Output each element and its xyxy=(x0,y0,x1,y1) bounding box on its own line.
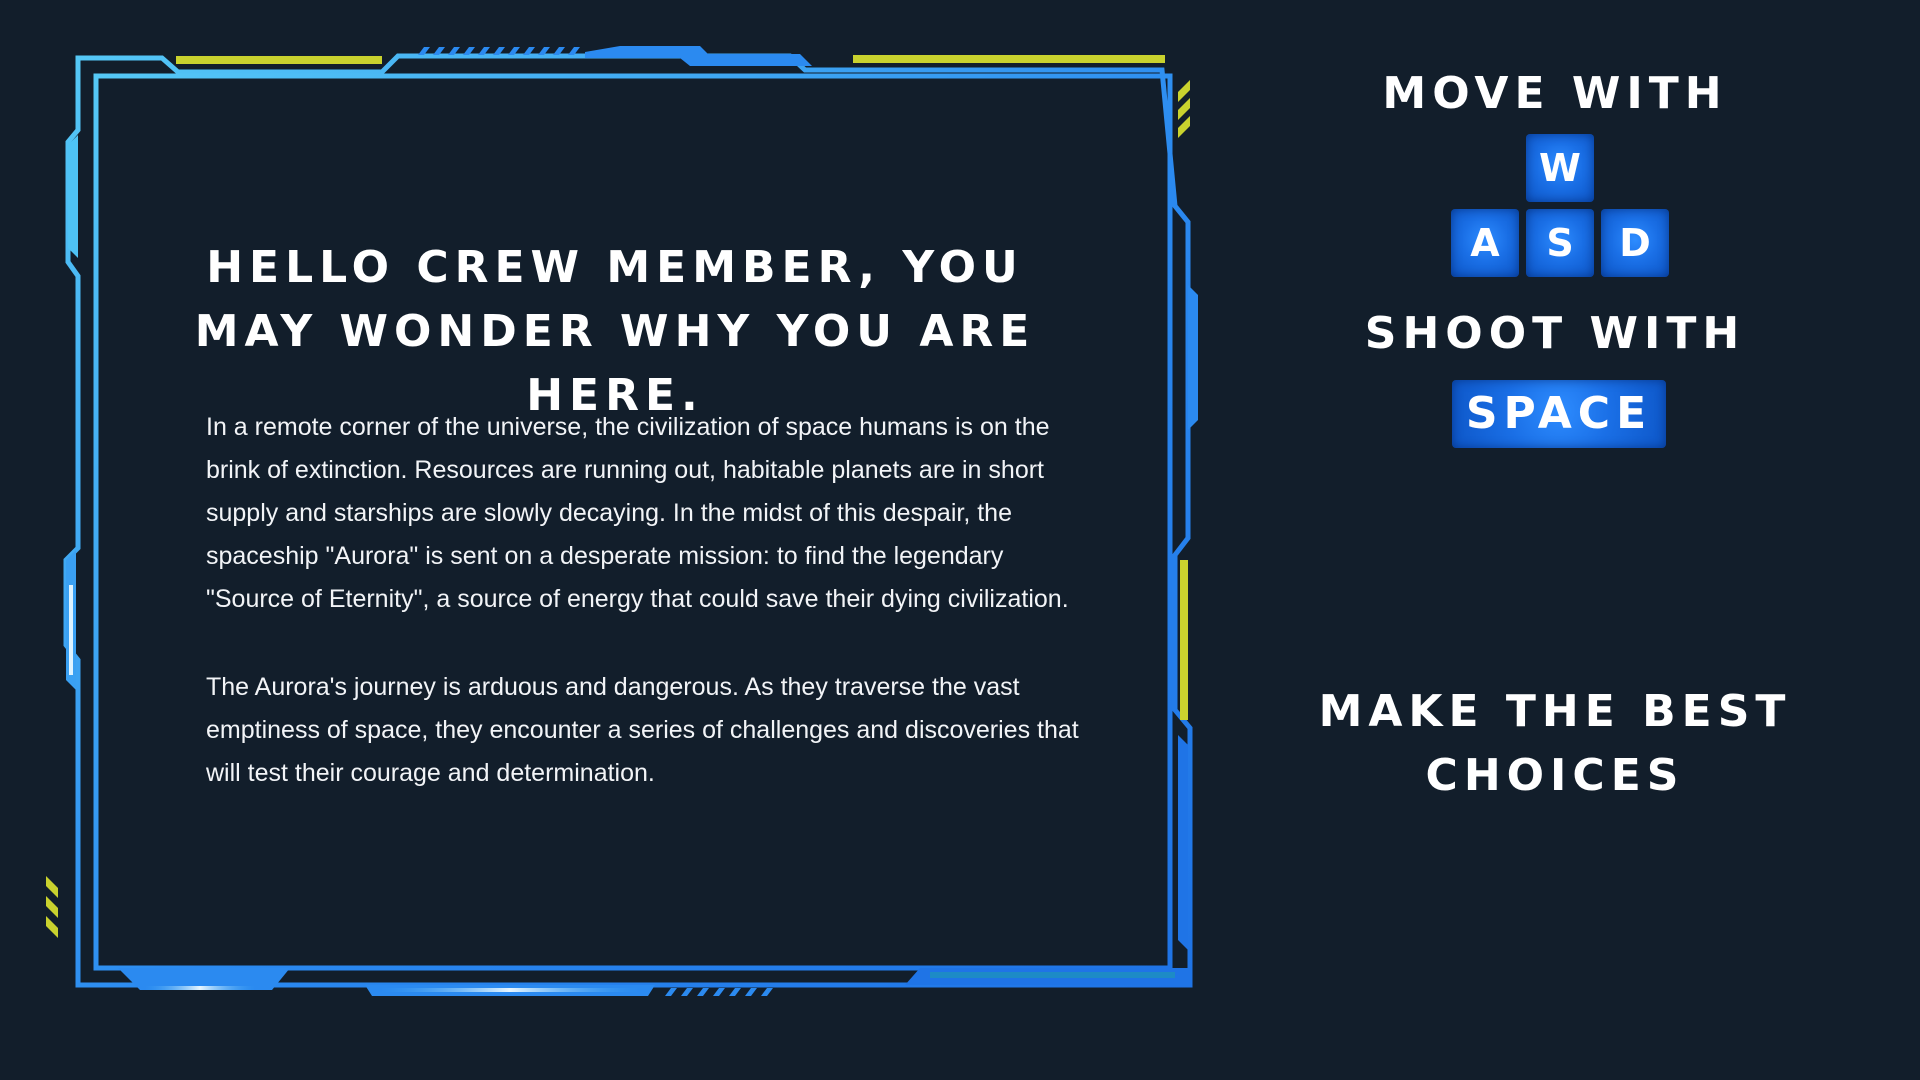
accent-yellow-top-left xyxy=(176,56,382,64)
accent-yellow-top-right xyxy=(853,55,1165,63)
frame-bottom-glow-1 xyxy=(145,986,255,990)
accent-yellow-right-bar xyxy=(1180,560,1188,720)
space-key: SPACE xyxy=(1452,380,1666,448)
d-key: D xyxy=(1601,209,1669,277)
frame-left-glow xyxy=(69,585,73,675)
w-key: W xyxy=(1526,134,1594,202)
story-screen: HELLO CREW MEMBER, YOU MAY WONDER WHY YO… xyxy=(0,0,1920,1080)
story-heading: HELLO CREW MEMBER, YOU MAY WONDER WHY YO… xyxy=(194,242,1036,421)
frame-left-bar-top xyxy=(68,135,78,258)
accent-yellow-left-stripes xyxy=(46,876,58,938)
story-paragraph-2: The Aurora's journey is arduous and dang… xyxy=(206,673,1079,787)
frame-bottom-slashes xyxy=(665,988,773,996)
make-best-choices-tip: MAKE THE BEST CHOICES xyxy=(1318,686,1792,801)
frame-top-block xyxy=(585,46,812,66)
frame-right-bar xyxy=(1188,285,1198,430)
frame-bottom-glow-2 xyxy=(380,988,640,992)
shoot-with-label: SHOOT WITH xyxy=(1364,308,1746,359)
story-paragraph-1: In a remote corner of the universe, the … xyxy=(206,413,1069,613)
move-with-label: MOVE WITH xyxy=(1382,68,1728,119)
a-key: A xyxy=(1451,209,1519,277)
frame-bottom-right-teal xyxy=(930,972,1175,978)
accent-yellow-right-stripes xyxy=(1178,80,1190,138)
s-key: S xyxy=(1526,209,1594,277)
frame-right-bar-low xyxy=(1178,735,1188,950)
